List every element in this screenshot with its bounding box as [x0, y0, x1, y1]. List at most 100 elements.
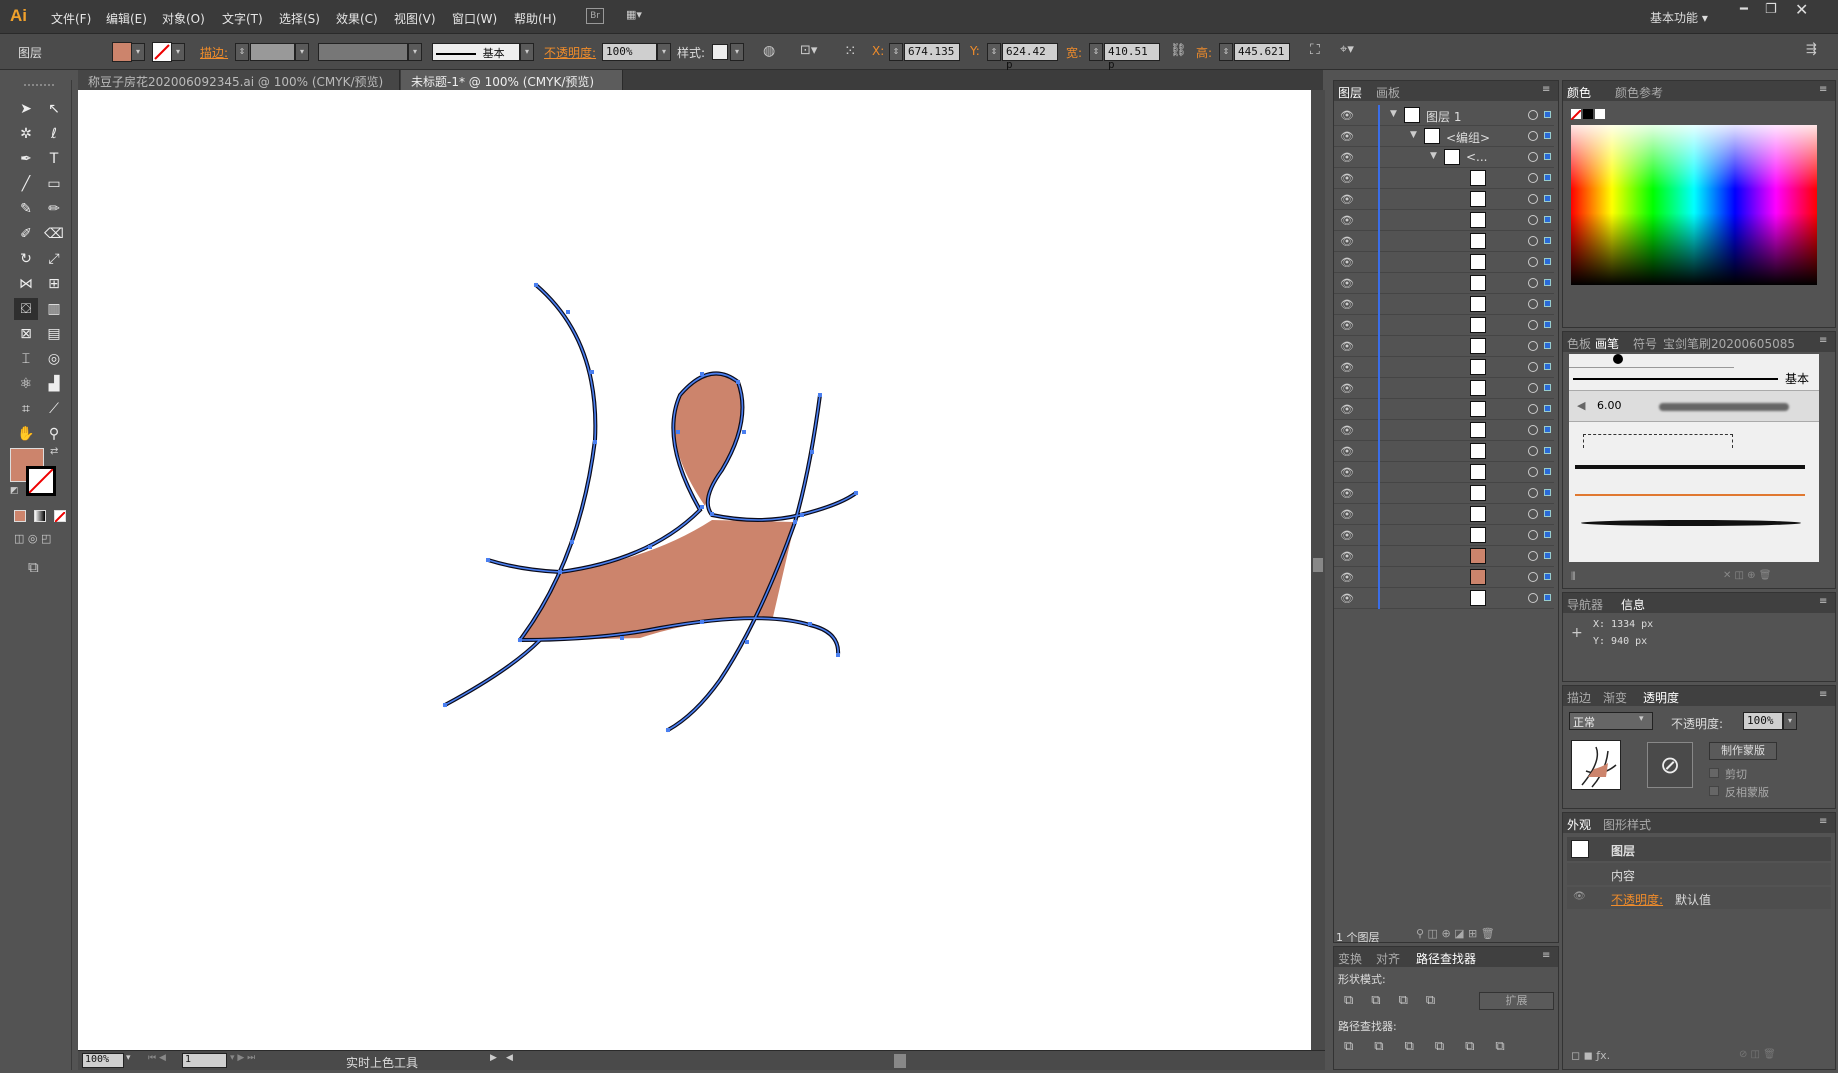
workspace-switcher[interactable]: 基本功能 ▾: [1650, 9, 1708, 26]
selection-tool-icon[interactable]: ➤: [14, 98, 38, 120]
tab-info[interactable]: 信息: [1621, 596, 1645, 613]
height-field[interactable]: 445.621: [1234, 43, 1290, 61]
column-graph-tool-icon[interactable]: ▟: [42, 373, 66, 395]
swap-colors-icon[interactable]: ⇄: [50, 446, 58, 457]
layer-row[interactable]: 👁: [1334, 378, 1554, 399]
visibility-eye-icon[interactable]: 👁: [1340, 151, 1354, 164]
brush-basic-stroke[interactable]: [1573, 378, 1778, 380]
target-icon[interactable]: [1528, 173, 1538, 183]
stroke-curve-tail[interactable]: [443, 638, 542, 707]
selection-indicator[interactable]: [1544, 594, 1551, 601]
pen-tool-icon[interactable]: ✒: [14, 148, 38, 170]
layer-row[interactable]: 👁 ▼ <...: [1334, 147, 1554, 168]
target-icon[interactable]: [1528, 530, 1538, 540]
layer-row[interactable]: 👁: [1334, 462, 1554, 483]
target-icon[interactable]: [1528, 509, 1538, 519]
y-field[interactable]: 624.42 p: [1002, 43, 1058, 71]
layer-row[interactable]: 👁: [1334, 483, 1554, 504]
variable-width-profile[interactable]: [318, 43, 408, 61]
layer-row[interactable]: 👁: [1334, 189, 1554, 210]
artboard-number-field[interactable]: 1: [182, 1053, 227, 1068]
panel-menu-icon[interactable]: ≡: [1819, 84, 1827, 95]
visibility-eye-icon[interactable]: 👁: [1340, 340, 1354, 353]
invert-mask-checkbox[interactable]: [1709, 786, 1719, 796]
target-icon[interactable]: [1528, 446, 1538, 456]
gradient-mode-icon[interactable]: [34, 510, 46, 522]
tab-layers[interactable]: 图层: [1338, 84, 1362, 101]
hscroll-thumb[interactable]: [894, 1054, 906, 1068]
brush-row-calligraphic[interactable]: [1569, 354, 1734, 368]
selection-indicator[interactable]: [1544, 258, 1551, 265]
target-icon[interactable]: [1528, 341, 1538, 351]
black-swatch[interactable]: [1583, 109, 1593, 119]
symbol-sprayer-tool-icon[interactable]: ⚛: [14, 373, 38, 395]
visibility-eye-icon[interactable]: 👁: [1340, 382, 1354, 395]
brush-row-taper[interactable]: [1581, 520, 1801, 526]
maximize-icon[interactable]: ❐: [1765, 2, 1777, 17]
layer-row[interactable]: 👁: [1334, 231, 1554, 252]
visibility-eye-icon[interactable]: 👁: [1340, 298, 1354, 311]
tab-swatches[interactable]: 色板: [1567, 335, 1591, 352]
close-icon[interactable]: ✕: [1795, 0, 1808, 19]
vertical-scrollbar[interactable]: [1311, 90, 1325, 1050]
visibility-eye-icon[interactable]: 👁: [1340, 256, 1354, 269]
none-mode-icon[interactable]: [54, 510, 66, 523]
object-thumbnail[interactable]: [1571, 740, 1621, 790]
visibility-eye-icon[interactable]: 👁: [1340, 592, 1354, 605]
live-paint-bucket-tool-icon[interactable]: ⛋: [14, 298, 38, 320]
width-tool-icon[interactable]: ⋈: [14, 273, 38, 295]
brush-footer-icons[interactable]: ✕ ◫ ⊕ 🗑: [1723, 570, 1771, 581]
target-icon[interactable]: [1528, 404, 1538, 414]
visibility-eye-icon[interactable]: 👁: [1340, 130, 1354, 143]
reference-point-icon[interactable]: ⁙: [844, 42, 857, 60]
tab-pathfinder[interactable]: 路径查找器: [1416, 950, 1476, 967]
magic-wand-tool-icon[interactable]: ✲: [14, 123, 38, 145]
layer-name[interactable]: 图层 1: [1426, 108, 1461, 125]
pathfinder-icons[interactable]: ⧉⧉⧉⧉⧉⧉: [1344, 1039, 1526, 1054]
selection-indicator[interactable]: [1544, 342, 1551, 349]
disclosure-triangle-icon[interactable]: ▼: [1390, 109, 1397, 119]
tab-symbols[interactable]: 符号: [1633, 335, 1657, 352]
visibility-eye-icon[interactable]: 👁: [1340, 172, 1354, 185]
visibility-eye-icon[interactable]: 👁: [1573, 891, 1586, 902]
artboard-tool-icon[interactable]: ⌗: [14, 398, 38, 420]
menu-effect[interactable]: 效果(C): [336, 10, 378, 27]
visibility-eye-icon[interactable]: 👁: [1340, 550, 1354, 563]
type-tool-icon[interactable]: T: [42, 148, 66, 170]
panel-menu-icon[interactable]: ≡: [1819, 596, 1827, 607]
selection-indicator[interactable]: [1544, 384, 1551, 391]
brush-row-dashed[interactable]: [1583, 434, 1733, 448]
opacity-dropdown[interactable]: ▾: [657, 43, 671, 61]
perspective-grid-tool-icon[interactable]: ▥: [42, 298, 66, 320]
lasso-tool-icon[interactable]: ℓ: [42, 123, 66, 145]
next-artboard-icon[interactable]: ▾ ▶ ⏭: [230, 1053, 255, 1063]
status-menu-icon[interactable]: ▶: [490, 1053, 497, 1063]
recolor-icon[interactable]: ◍: [763, 43, 775, 59]
line-tool-icon[interactable]: ╱: [14, 173, 38, 195]
visibility-eye-icon[interactable]: 👁: [1340, 487, 1354, 500]
tab-document-2[interactable]: 未标题-1* @ 100% (CMYK/预览) ✕: [401, 70, 623, 104]
tab-brushes[interactable]: 画笔: [1595, 335, 1619, 352]
stroke-weight-stepper[interactable]: ⇕: [235, 43, 249, 61]
visibility-eye-icon[interactable]: 👁: [1340, 214, 1354, 227]
layer-row[interactable]: 👁: [1334, 315, 1554, 336]
scroll-left-icon[interactable]: ◀: [506, 1053, 513, 1063]
zoom-tool-icon[interactable]: ⚲: [42, 423, 66, 445]
target-icon[interactable]: [1528, 131, 1538, 141]
selection-indicator[interactable]: [1544, 552, 1551, 559]
clip-checkbox[interactable]: [1709, 768, 1719, 778]
target-icon[interactable]: [1528, 278, 1538, 288]
toolbox-grip[interactable]: [24, 84, 54, 86]
pencil-tool-icon[interactable]: ✏: [42, 198, 66, 220]
menu-help[interactable]: 帮助(H): [514, 10, 556, 27]
layer-name[interactable]: <...: [1466, 150, 1488, 164]
stroke-swatch[interactable]: [152, 42, 172, 62]
visibility-eye-icon[interactable]: 👁: [1340, 445, 1354, 458]
panel-menu-icon[interactable]: ≡: [1819, 335, 1827, 346]
layer-row[interactable]: 👁: [1334, 588, 1554, 609]
appearance-opacity-row[interactable]: 👁 不透明度: 默认值: [1567, 887, 1831, 909]
disclosure-triangle-icon[interactable]: ▼: [1430, 151, 1437, 161]
screen-mode-icon[interactable]: ⧉: [28, 558, 39, 576]
fill-swatch[interactable]: [112, 42, 132, 62]
visibility-eye-icon[interactable]: 👁: [1340, 466, 1354, 479]
